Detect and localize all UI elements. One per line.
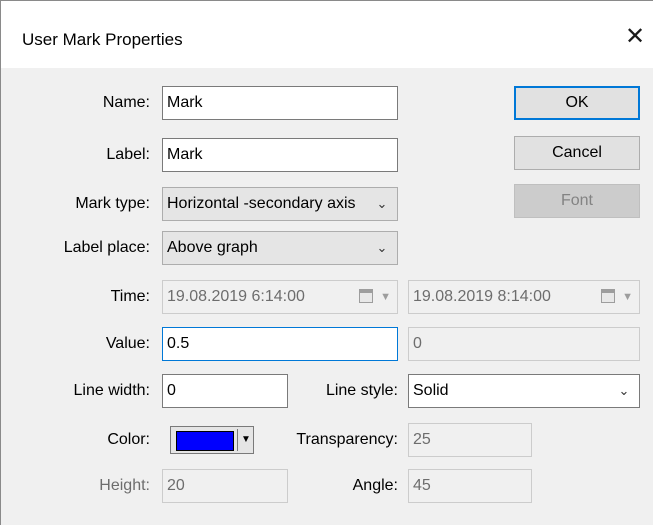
ok-button[interactable]: OK [514,86,640,120]
chevron-down-icon: ▼ [380,291,391,303]
mark-type-value: Horizontal -secondary axis [167,195,356,212]
height-input: 20 [162,469,288,503]
label-place-label: Label place: [63,239,150,256]
window-title: User Mark Properties [22,30,183,49]
cancel-button[interactable]: Cancel [514,136,640,170]
font-button: Font [514,184,640,218]
height-label: Height: [99,477,150,494]
label-place-value: Above graph [167,239,258,256]
close-icon[interactable]: ✕ [620,20,650,54]
value-second-input: 0 [408,327,640,361]
color-picker-divider [237,429,238,451]
line-style-value: Solid [413,382,449,399]
name-label: Name: [102,94,150,111]
color-picker[interactable]: ▼ [170,426,254,454]
time-start-value: 19.08.2019 6:14:00 [167,288,305,305]
transparency-input: 25 [408,423,532,457]
name-input[interactable]: Mark [162,86,398,120]
angle-input: 45 [408,469,532,503]
calendar-icon [601,289,615,303]
color-label: Color: [107,431,150,448]
chevron-down-icon: ⌄ [618,383,630,398]
transparency-label: Transparency: [296,431,398,448]
value-input[interactable]: 0.5 [162,327,398,361]
chevron-down-icon: ⌄ [376,196,388,211]
window-border-top [0,0,653,1]
line-style-label: Line style: [325,382,398,399]
mark-type-select[interactable]: Horizontal -secondary axis ⌄ [162,187,398,221]
time-label: Time: [110,288,150,305]
label-input[interactable]: Mark [162,138,398,172]
color-swatch [176,431,234,451]
calendar-icon [359,289,373,303]
chevron-down-icon: ⌄ [376,240,388,255]
label-label: Label: [106,146,150,163]
line-width-input[interactable]: 0 [162,374,288,408]
chevron-down-icon: ▼ [241,434,251,445]
line-width-label: Line width: [73,382,151,399]
angle-label: Angle: [352,477,398,494]
mark-type-label: Mark type: [75,195,150,212]
line-style-select[interactable]: Solid ⌄ [408,374,640,408]
time-start-picker: 19.08.2019 6:14:00 ▼ [162,280,398,314]
time-end-picker: 19.08.2019 8:14:00 ▼ [408,280,640,314]
time-end-value: 19.08.2019 8:14:00 [413,288,551,305]
value-label: Value: [105,335,150,352]
label-place-select[interactable]: Above graph ⌄ [162,231,398,265]
chevron-down-icon: ▼ [622,291,633,303]
